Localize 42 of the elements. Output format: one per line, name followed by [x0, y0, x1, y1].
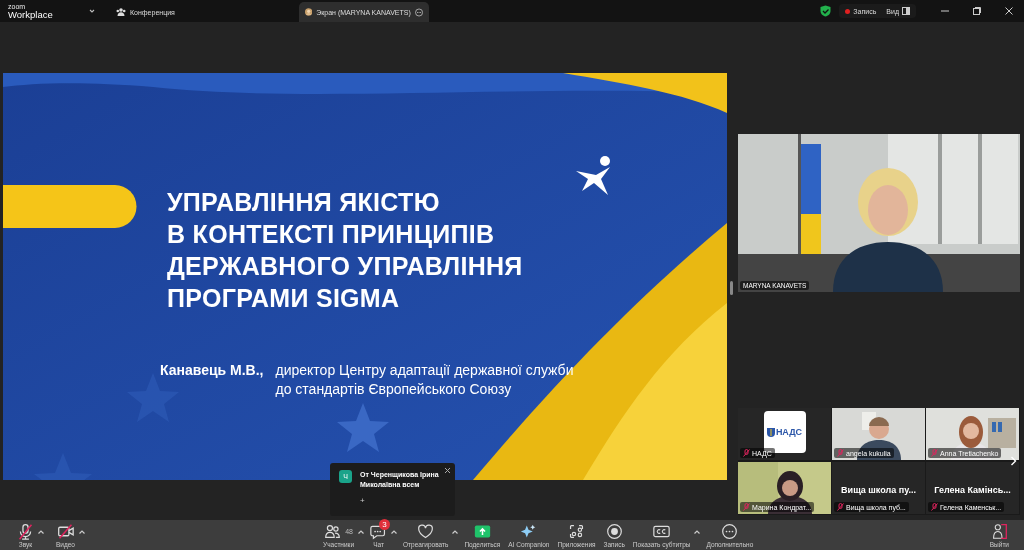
exit-icon: [990, 522, 1008, 540]
coat-of-arms-icon: [766, 427, 775, 437]
caret-icon[interactable]: [451, 528, 460, 536]
caret-icon[interactable]: [390, 528, 399, 536]
slide-title: ДЕРЖАВНОГО УПРАВЛІННЯ: [167, 251, 523, 282]
record-icon: [605, 522, 623, 540]
slide-title: В КОНТЕКСТІ ПРИНЦИПІВ: [167, 219, 495, 250]
add-reaction-button[interactable]: +: [360, 496, 365, 505]
video-off-icon: [57, 522, 74, 540]
participant-name: Гелена Камінсь...: [934, 485, 1011, 495]
logo-text: Workplace: [8, 9, 54, 20]
close-icon[interactable]: [444, 467, 451, 474]
slide-title: УПРАВЛІННЯ ЯКІСТЮ: [167, 187, 440, 218]
next-page-icon[interactable]: [1010, 456, 1017, 466]
layout-icon: [902, 7, 910, 15]
people-icon: [116, 7, 126, 17]
participant-name: Вища школа пу...: [841, 485, 916, 495]
more-icon[interactable]: [414, 6, 423, 18]
caret-icon[interactable]: [78, 528, 86, 536]
author-name: Канавець М.В.,: [160, 361, 264, 380]
apps-icon: [568, 522, 585, 540]
star-shape: [34, 453, 92, 480]
logo-text: НАДС: [775, 427, 803, 437]
author-position: до стандартів Європейського Союзу: [275, 380, 512, 399]
splitter-handle[interactable]: [730, 281, 733, 295]
star-shape: [337, 403, 389, 452]
caret-icon[interactable]: [693, 528, 702, 536]
sparkle-icon: [520, 522, 538, 540]
caret-icon[interactable]: [37, 528, 45, 536]
participants-icon: [324, 522, 342, 540]
notification-badge: 3: [379, 519, 391, 530]
close-icon[interactable]: [1004, 6, 1014, 16]
heart-icon: [417, 522, 435, 540]
microphone-muted-icon: [17, 522, 34, 540]
avatar-icon: [304, 7, 313, 17]
author-position: директор Центру адаптації державної служби: [275, 361, 574, 380]
restore-icon[interactable]: [972, 6, 982, 16]
dropdown-icon[interactable]: [88, 7, 96, 15]
shield-check-icon[interactable]: [820, 5, 832, 17]
caret-icon[interactable]: [357, 528, 366, 536]
slide-title: ПРОГРАМИ SIGMA: [167, 283, 400, 314]
more-icon: [721, 522, 739, 540]
